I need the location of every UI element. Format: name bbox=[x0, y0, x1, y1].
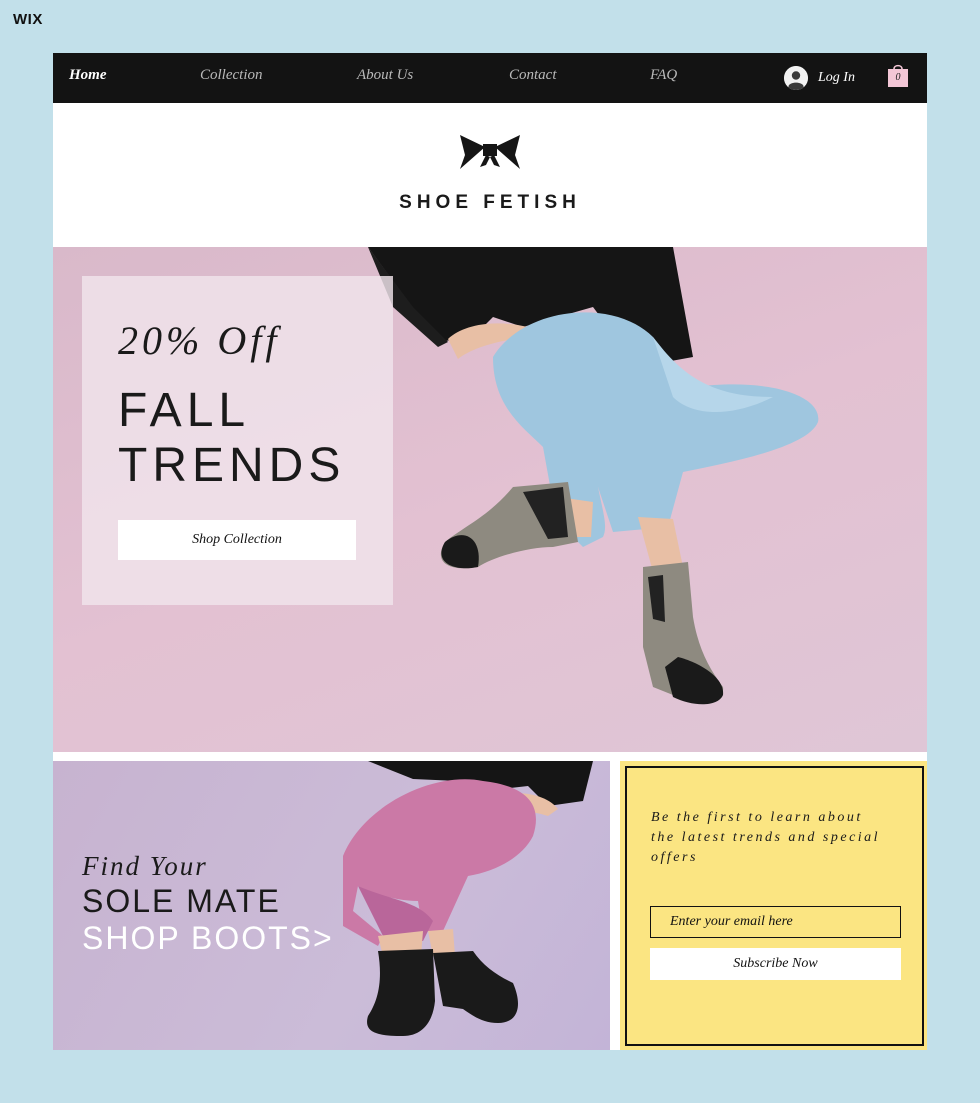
site-frame: Home Collection About Us Contact FAQ Log… bbox=[53, 53, 927, 1050]
shop-boots-link[interactable]: SHOP BOOTS> bbox=[82, 920, 334, 957]
promo-discount: 20% Off bbox=[118, 318, 281, 363]
top-nav: Home Collection About Us Contact FAQ Log… bbox=[53, 53, 927, 103]
signup-message: Be the first to learn about the latest t… bbox=[651, 810, 881, 865]
login-label: Log In bbox=[818, 70, 855, 85]
brand-name: SHOE FETISH bbox=[399, 192, 581, 213]
nav-item-home[interactable]: Home bbox=[69, 67, 107, 84]
promo-heading-line1: FALL bbox=[118, 384, 251, 437]
wix-logo: WIX bbox=[13, 11, 43, 28]
boots-tagline: Find Your bbox=[82, 851, 208, 881]
section-divider bbox=[53, 752, 927, 761]
boots-heading: SOLE MATE bbox=[82, 883, 281, 919]
promo-heading-line2: TRENDS bbox=[118, 439, 346, 492]
bow-icon bbox=[460, 135, 520, 169]
boots-model-image bbox=[343, 761, 593, 1036]
user-avatar-icon bbox=[784, 66, 808, 90]
nav-item-faq[interactable]: FAQ bbox=[650, 67, 677, 84]
hero-banner: 20% Off FALL TRENDS Shop Collection bbox=[53, 247, 927, 752]
nav-item-contact[interactable]: Contact bbox=[509, 67, 557, 84]
cart-button[interactable]: 0 bbox=[887, 62, 909, 88]
promo-heading: FALL TRENDS bbox=[118, 383, 388, 493]
promo-card: 20% Off FALL TRENDS Shop Collection bbox=[82, 276, 393, 605]
email-input[interactable] bbox=[650, 906, 901, 938]
boots-banner[interactable]: Find Your SOLE MATE SHOP BOOTS> bbox=[53, 761, 610, 1050]
nav-item-about-us[interactable]: About Us bbox=[357, 67, 413, 84]
hero-model-image bbox=[368, 247, 819, 705]
shop-collection-button[interactable]: Shop Collection bbox=[118, 520, 356, 560]
cart-count: 0 bbox=[895, 72, 901, 83]
brand-header: SHOE FETISH bbox=[53, 103, 927, 247]
newsletter-signup: Be the first to learn about the latest t… bbox=[620, 761, 927, 1050]
login-button[interactable]: Log In bbox=[784, 64, 855, 92]
subscribe-button[interactable]: Subscribe Now bbox=[650, 948, 901, 980]
nav-item-collection[interactable]: Collection bbox=[200, 67, 263, 84]
